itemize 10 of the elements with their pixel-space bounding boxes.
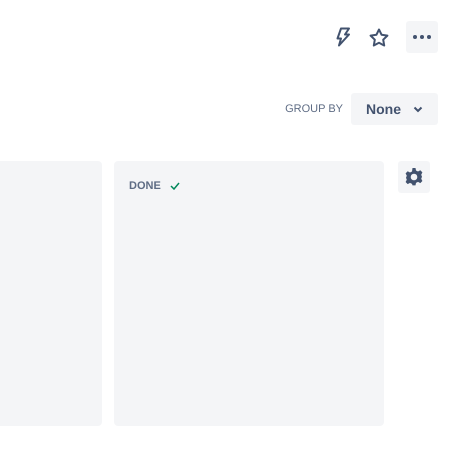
- more-icon: [413, 35, 431, 39]
- caret-icon: [413, 106, 423, 112]
- gear-icon: [404, 167, 424, 187]
- column-title: DONE: [129, 180, 161, 192]
- lightning-icon[interactable]: [334, 27, 352, 47]
- star-icon[interactable]: [369, 28, 389, 46]
- more-button[interactable]: [406, 21, 438, 53]
- group-by-dropdown[interactable]: None: [351, 93, 438, 125]
- settings-button[interactable]: [398, 161, 430, 193]
- group-by-label: GROUP BY: [285, 103, 343, 115]
